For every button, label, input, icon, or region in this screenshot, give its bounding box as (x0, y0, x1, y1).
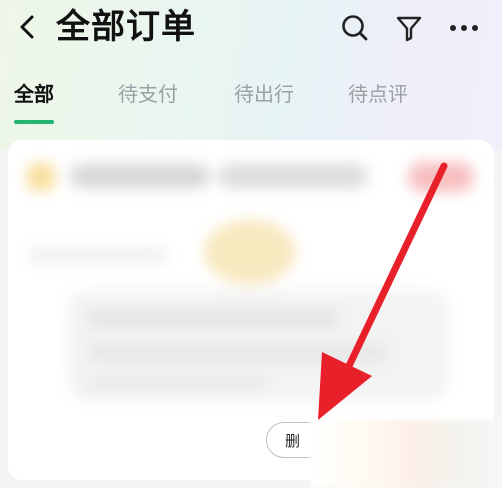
back-button[interactable] (10, 10, 44, 44)
search-button[interactable] (337, 10, 373, 46)
tab-pending-review[interactable]: 待点评 (348, 78, 408, 107)
active-tab-indicator (14, 120, 54, 124)
tab-all[interactable]: 全部 (14, 78, 54, 107)
tab-pending-travel[interactable]: 待出行 (234, 78, 294, 107)
filter-icon (396, 16, 422, 42)
filter-button[interactable] (391, 10, 427, 46)
blurred-overlay (310, 420, 502, 488)
delete-button-label: 删 (285, 431, 301, 450)
tab-pending-payment[interactable]: 待支付 (118, 78, 178, 107)
page-title: 全部订单 (56, 7, 196, 47)
more-icon (450, 25, 478, 31)
top-bar: 全部订单 (0, 0, 502, 58)
search-icon (342, 15, 368, 41)
chevron-left-icon (20, 15, 34, 39)
order-tabs: 全部 待支付 待出行 待点评 (0, 72, 502, 126)
more-button[interactable] (446, 10, 482, 46)
